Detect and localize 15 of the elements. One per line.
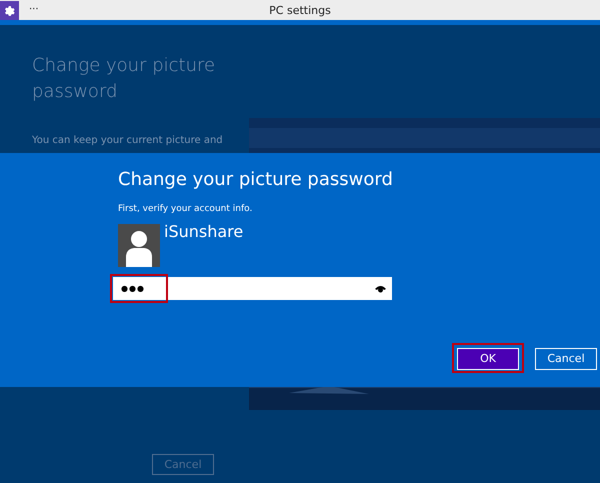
gear-icon (3, 4, 16, 16)
password-field[interactable]: ●●● (113, 277, 392, 300)
user-name: iSunshare (164, 222, 244, 243)
page-title: Change your picture password (32, 54, 216, 104)
dialog-title: Change your picture password (118, 169, 394, 190)
window-title: PC settings (269, 4, 331, 16)
ok-button[interactable]: OK (457, 348, 519, 370)
reveal-icon[interactable] (375, 284, 386, 292)
app-icon[interactable] (0, 0, 19, 20)
avatar-icon (118, 224, 160, 267)
password-value: ●●● (121, 284, 145, 293)
cancel-button[interactable]: Cancel (535, 348, 597, 370)
dialog-subtitle: First, verify your account info. (118, 204, 254, 214)
menu-button[interactable]: ··· (29, 5, 39, 15)
page-description: You can keep your current picture and (32, 135, 224, 146)
